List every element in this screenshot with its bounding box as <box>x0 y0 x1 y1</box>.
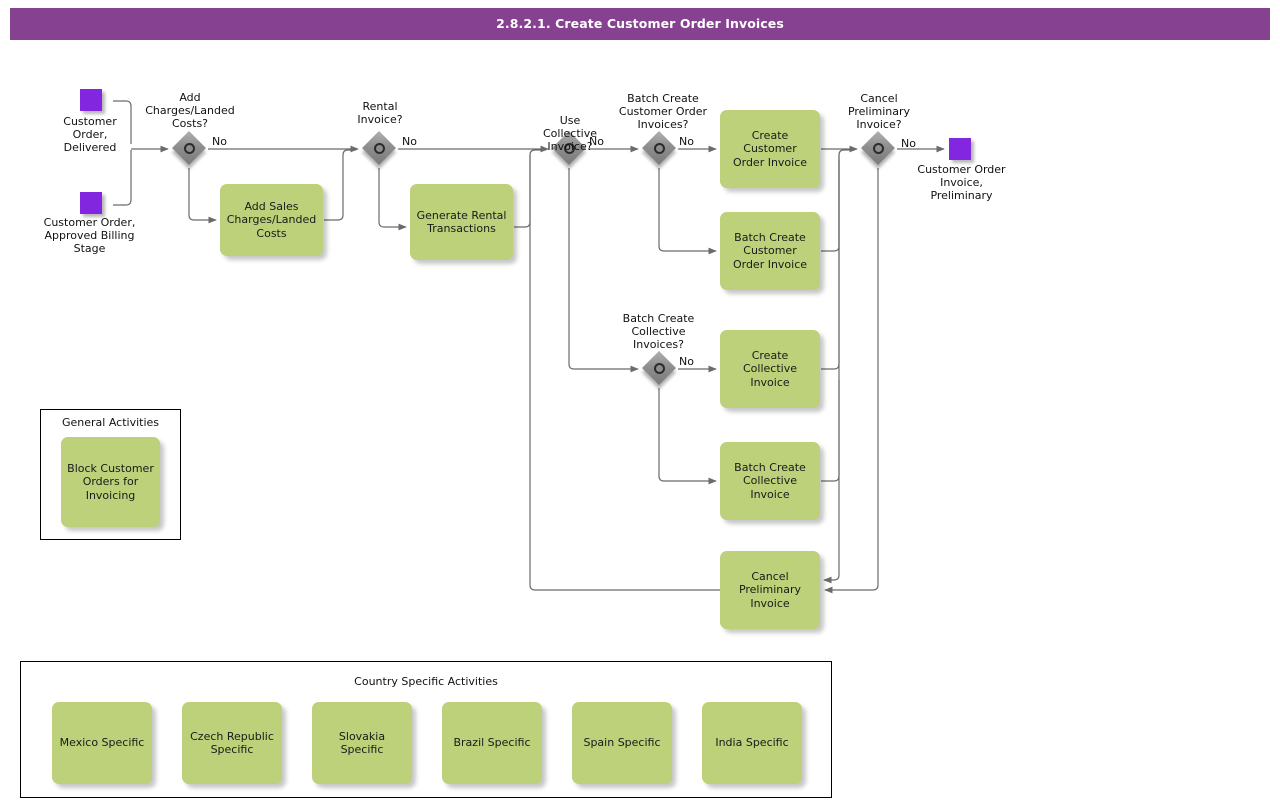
gateway-batch-create-collective-invoices[interactable] <box>642 351 677 386</box>
gateway-inclusive-circle-icon <box>184 143 195 154</box>
activity-india-specific[interactable]: India Specific <box>702 702 802 784</box>
edge-label-no-batch-create-collective: No <box>679 355 694 368</box>
page-title: 2.8.2.1. Create Customer Order Invoices <box>496 16 784 31</box>
edge-label-no-batch-create-co: No <box>679 135 694 148</box>
gateway-batch-create-collective-invoices-label: Batch Create Collective Invoices? <box>622 312 695 351</box>
activity-mexico-specific[interactable]: Mexico Specific <box>52 702 152 784</box>
gateway-cancel-preliminary-invoice-label: Cancel Preliminary Invoice? <box>847 92 911 131</box>
gateway-inclusive-circle-icon <box>873 143 884 154</box>
end-event-customer-order-invoice-preliminary-label: Customer Order Invoice, Preliminary <box>917 163 1006 202</box>
start-event-customer-order-approved-billing-stage-label: Customer Order, Approved Billing Stage <box>43 216 136 255</box>
activity-generate-rental-transactions[interactable]: Generate Rental Transactions <box>410 184 513 260</box>
start-event-customer-order-delivered[interactable] <box>80 89 102 111</box>
activity-czech-republic-specific[interactable]: Czech Republic Specific <box>182 702 282 784</box>
country-specific-activities-title: Country Specific Activities <box>354 675 498 688</box>
gateway-inclusive-circle-icon <box>654 143 665 154</box>
activity-brazil-specific[interactable]: Brazil Specific <box>442 702 542 784</box>
edge-label-no-cancel-preliminary: No <box>901 137 916 150</box>
gateway-batch-create-customer-order-invoices-label: Batch Create Customer Order Invoices? <box>618 92 708 131</box>
end-event-customer-order-invoice-preliminary[interactable] <box>949 138 971 160</box>
gateway-batch-create-customer-order-invoices[interactable] <box>642 131 677 166</box>
gateway-add-charges-landed-costs[interactable] <box>172 131 207 166</box>
activity-slovakia-specific[interactable]: Slovakia Specific <box>312 702 412 784</box>
activity-batch-create-collective-invoice[interactable]: Batch Create Collective Invoice <box>720 442 820 520</box>
edge-label-no-rental-invoice: No <box>402 135 417 148</box>
activity-create-customer-order-invoice[interactable]: Create Customer Order Invoice <box>720 110 820 188</box>
activity-block-customer-orders-for-invoicing[interactable]: Block Customer Orders for Invoicing <box>61 437 160 527</box>
diagram-canvas: 2.8.2.1. Create Customer Order Invoices <box>0 0 1280 808</box>
gateway-rental-invoice-label: Rental Invoice? <box>357 100 403 126</box>
activity-cancel-preliminary-invoice[interactable]: Cancel Preliminary Invoice <box>720 551 820 629</box>
general-activities-title: General Activities <box>61 416 160 429</box>
activity-create-collective-invoice[interactable]: Create Collective Invoice <box>720 330 820 408</box>
gateway-inclusive-circle-icon <box>654 363 665 374</box>
page-header: 2.8.2.1. Create Customer Order Invoices <box>10 8 1270 40</box>
activity-spain-specific[interactable]: Spain Specific <box>572 702 672 784</box>
activity-add-sales-charges-landed-costs[interactable]: Add Sales Charges/Landed Costs <box>220 184 323 256</box>
gateway-inclusive-circle-icon <box>374 143 385 154</box>
edge-label-no-add-charges: No <box>212 135 227 148</box>
gateway-cancel-preliminary-invoice[interactable] <box>861 131 896 166</box>
general-activities-group: General Activities Block Customer Orders… <box>40 409 181 540</box>
start-event-customer-order-delivered-label: Customer Order, Delivered <box>63 115 117 154</box>
edge-label-no-use-collective: No <box>589 135 604 148</box>
activity-batch-create-customer-order-invoice[interactable]: Batch Create Customer Order Invoice <box>720 212 820 290</box>
country-specific-activities-group: Country Specific Activities Mexico Speci… <box>20 661 832 798</box>
gateway-add-charges-landed-costs-label: Add Charges/Landed Costs? <box>145 91 235 130</box>
gateway-rental-invoice[interactable] <box>362 131 397 166</box>
start-event-customer-order-approved-billing-stage[interactable] <box>80 192 102 214</box>
